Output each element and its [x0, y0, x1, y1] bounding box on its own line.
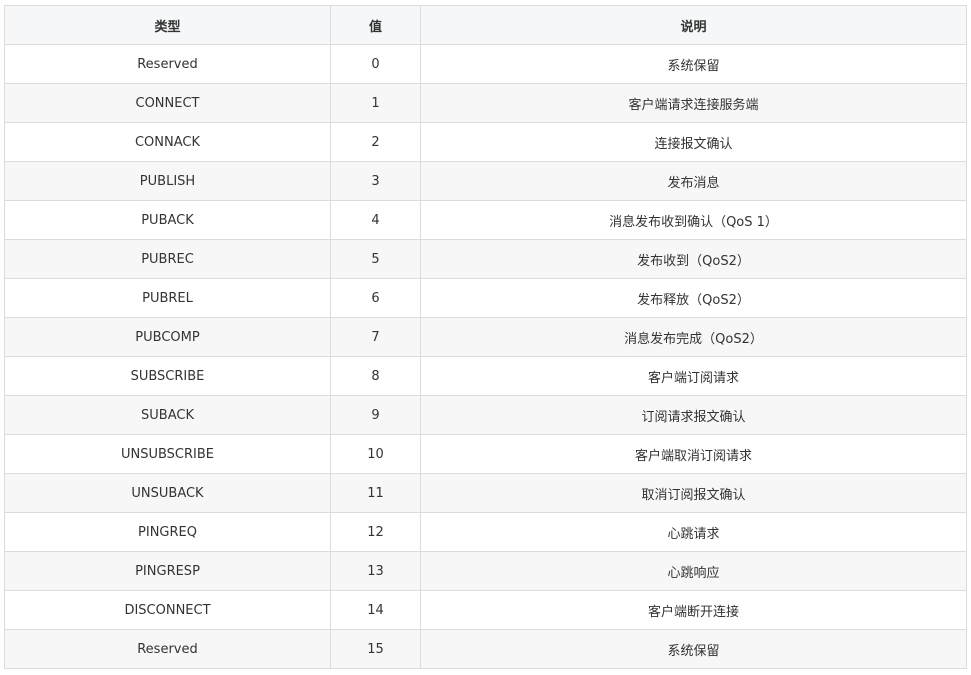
- cell-type: Reserved: [4, 44, 331, 84]
- cell-type: CONNECT: [4, 83, 331, 123]
- table-row: PUBCOMP 7 消息发布完成（QoS2）: [4, 317, 967, 357]
- cell-value: 5: [330, 239, 421, 279]
- cell-description: 系统保留: [420, 44, 967, 84]
- table-header: 类型 值 说明: [4, 5, 967, 45]
- cell-type: SUBACK: [4, 395, 331, 435]
- header-value: 值: [330, 5, 421, 45]
- cell-type: UNSUBSCRIBE: [4, 434, 331, 474]
- table-row: PUBREC 5 发布收到（QoS2）: [4, 239, 967, 279]
- header-description: 说明: [420, 5, 967, 45]
- packet-type-table-container: 类型 值 说明 Reserved 0 系统保留 CONNECT 1 客户端请求连接服务端…: [4, 5, 967, 669]
- cell-value: 7: [330, 317, 421, 357]
- table-row: PUBREL 6 发布释放（QoS2）: [4, 278, 967, 318]
- table-row: Reserved 0 系统保留: [4, 44, 967, 84]
- header-row: 类型 值 说明: [4, 5, 967, 45]
- cell-description: 客户端取消订阅请求: [420, 434, 967, 474]
- cell-type: PUBLISH: [4, 161, 331, 201]
- cell-value: 12: [330, 512, 421, 552]
- table-row: UNSUBSCRIBE 10 客户端取消订阅请求: [4, 434, 967, 474]
- table-row: CONNECT 1 客户端请求连接服务端: [4, 83, 967, 123]
- cell-type: Reserved: [4, 629, 331, 669]
- cell-value: 13: [330, 551, 421, 591]
- cell-value: 4: [330, 200, 421, 240]
- cell-value: 2: [330, 122, 421, 162]
- cell-type: PUBREC: [4, 239, 331, 279]
- packet-type-table: 类型 值 说明 Reserved 0 系统保留 CONNECT 1 客户端请求连接服务端…: [4, 5, 967, 669]
- cell-type: CONNACK: [4, 122, 331, 162]
- cell-description: 系统保留: [420, 629, 967, 669]
- table-row: PINGRESP 13 心跳响应: [4, 551, 967, 591]
- cell-value: 8: [330, 356, 421, 396]
- cell-description: 客户端请求连接服务端: [420, 83, 967, 123]
- cell-value: 9: [330, 395, 421, 435]
- cell-description: 心跳响应: [420, 551, 967, 591]
- table-row: SUBACK 9 订阅请求报文确认: [4, 395, 967, 435]
- table-row: PUBACK 4 消息发布收到确认（QoS 1）: [4, 200, 967, 240]
- cell-description: 发布消息: [420, 161, 967, 201]
- cell-description: 连接报文确认: [420, 122, 967, 162]
- cell-description: 客户端订阅请求: [420, 356, 967, 396]
- table-row: UNSUBACK 11 取消订阅报文确认: [4, 473, 967, 513]
- cell-type: PUBCOMP: [4, 317, 331, 357]
- cell-value: 11: [330, 473, 421, 513]
- cell-value: 0: [330, 44, 421, 84]
- cell-type: PUBACK: [4, 200, 331, 240]
- table-row: Reserved 15 系统保留: [4, 629, 967, 669]
- cell-value: 3: [330, 161, 421, 201]
- cell-type: PUBREL: [4, 278, 331, 318]
- cell-description: 客户端断开连接: [420, 590, 967, 630]
- cell-type: UNSUBACK: [4, 473, 331, 513]
- table-row: DISCONNECT 14 客户端断开连接: [4, 590, 967, 630]
- table-row: SUBSCRIBE 8 客户端订阅请求: [4, 356, 967, 396]
- cell-description: 发布释放（QoS2）: [420, 278, 967, 318]
- cell-description: 消息发布完成（QoS2）: [420, 317, 967, 357]
- cell-value: 6: [330, 278, 421, 318]
- cell-description: 消息发布收到确认（QoS 1）: [420, 200, 967, 240]
- cell-description: 取消订阅报文确认: [420, 473, 967, 513]
- table-body: Reserved 0 系统保留 CONNECT 1 客户端请求连接服务端 CONNACK…: [4, 44, 967, 669]
- cell-description: 订阅请求报文确认: [420, 395, 967, 435]
- cell-type: SUBSCRIBE: [4, 356, 331, 396]
- table-row: PINGREQ 12 心跳请求: [4, 512, 967, 552]
- cell-value: 10: [330, 434, 421, 474]
- table-row: PUBLISH 3 发布消息: [4, 161, 967, 201]
- cell-value: 14: [330, 590, 421, 630]
- header-type: 类型: [4, 5, 331, 45]
- cell-description: 发布收到（QoS2）: [420, 239, 967, 279]
- cell-description: 心跳请求: [420, 512, 967, 552]
- cell-value: 15: [330, 629, 421, 669]
- cell-value: 1: [330, 83, 421, 123]
- cell-type: PINGREQ: [4, 512, 331, 552]
- cell-type: DISCONNECT: [4, 590, 331, 630]
- table-row: CONNACK 2 连接报文确认: [4, 122, 967, 162]
- cell-type: PINGRESP: [4, 551, 331, 591]
